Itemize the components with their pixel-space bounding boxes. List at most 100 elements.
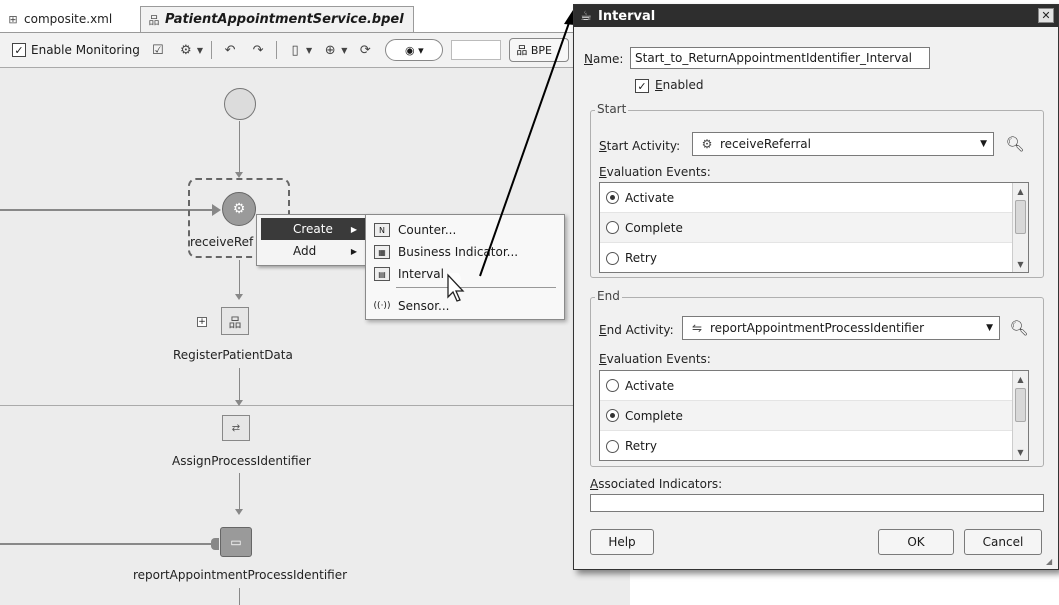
menu-item-add[interactable]: Add ▶ bbox=[261, 240, 365, 262]
close-button[interactable]: ✕ bbox=[1038, 8, 1054, 23]
editor-toolbar: ✓ Enable Monitoring ☑ ⚙ ▼ ↶ ↷ ▯ ▼ ⊕ ▼ ⟳ ◉ ▾… bbox=[0, 32, 630, 68]
bpel-button[interactable]: 品 BPE bbox=[509, 38, 570, 62]
start-node[interactable] bbox=[224, 88, 256, 120]
enable-monitoring-checkbox[interactable]: ✓ bbox=[12, 43, 26, 57]
end-event-retry[interactable]: Retry bbox=[600, 431, 1013, 461]
scroll-thumb[interactable] bbox=[1015, 388, 1026, 422]
associated-indicators-label: Associated Indicators: bbox=[590, 477, 723, 491]
enabled-checkbox[interactable]: ✓ bbox=[635, 79, 649, 93]
scope-icon[interactable]: 品 bbox=[221, 307, 249, 335]
menu-item-label: Create bbox=[293, 222, 333, 236]
menu-item-label: Business Indicator... bbox=[398, 245, 519, 259]
process-canvas[interactable]: ⚙ receiveRef + 品 RegisterPatientData ⇄ A… bbox=[0, 68, 630, 605]
flow-connector bbox=[239, 473, 240, 511]
toolbar-separator bbox=[211, 41, 213, 59]
dialog-title: Interval bbox=[598, 8, 656, 24]
search-icon[interactable]: 🔍︎ bbox=[1005, 135, 1024, 153]
activity-label-assign-process-identifier: AssignProcessIdentifier bbox=[172, 454, 311, 468]
menu-item-create[interactable]: Create ▶ bbox=[261, 218, 365, 240]
scroll-up-icon[interactable]: ▲ bbox=[1013, 184, 1028, 198]
end-activity-label: End Activity: bbox=[599, 323, 674, 337]
event-label: Activate bbox=[625, 378, 675, 393]
interval-icon: ▤ bbox=[374, 267, 390, 281]
chevron-down-icon[interactable]: ▼ bbox=[341, 46, 347, 55]
menu-separator bbox=[396, 287, 556, 288]
resize-grip-icon[interactable]: ◢ bbox=[1046, 557, 1056, 567]
start-activity-label: Start Activity: bbox=[599, 139, 681, 153]
flow-connector bbox=[239, 121, 240, 176]
scroll-thumb[interactable] bbox=[1015, 200, 1026, 234]
bookmark-icon[interactable]: ▯ bbox=[285, 40, 305, 60]
flow-arrow bbox=[235, 509, 243, 515]
radio-button[interactable] bbox=[606, 409, 619, 422]
name-label: Name: bbox=[584, 52, 624, 66]
toolbar-search-input[interactable] bbox=[451, 40, 502, 60]
end-activity-select[interactable]: ⇋ reportAppointmentProcessIdentifier ▼ bbox=[682, 316, 1000, 340]
enable-monitoring-label: Enable Monitoring bbox=[31, 43, 140, 57]
menu-item-label: Sensor... bbox=[398, 299, 450, 313]
end-event-complete[interactable]: Complete bbox=[600, 401, 1013, 431]
chevron-down-icon: ▼ bbox=[986, 323, 993, 333]
start-event-activate[interactable]: Activate bbox=[600, 183, 1013, 213]
monitor-config-icon[interactable]: ⚙ bbox=[176, 40, 196, 60]
refresh-icon[interactable]: ⟳ bbox=[355, 40, 375, 60]
radio-button[interactable] bbox=[606, 221, 619, 234]
interval-dialog: ☕ Interval ✕ Name: Start_to_ReturnAppoin… bbox=[573, 4, 1059, 570]
receive-icon[interactable]: ⚙ bbox=[222, 192, 256, 226]
business-indicator-icon: ▦ bbox=[374, 245, 390, 259]
chevron-down-icon[interactable]: ▼ bbox=[306, 46, 312, 55]
undo-icon[interactable]: ↶ bbox=[220, 40, 240, 60]
scroll-down-icon[interactable]: ▼ bbox=[1013, 257, 1028, 271]
sensor-icon: ((·)) bbox=[373, 301, 391, 311]
dialog-titlebar[interactable]: ☕ Interval ✕ bbox=[574, 5, 1058, 27]
flow-arrow bbox=[235, 400, 243, 406]
menu-item-label: Add bbox=[293, 244, 317, 258]
associated-indicators-field[interactable] bbox=[590, 494, 1044, 512]
bpel-editor: ⊞ composite.xml 品 PatientAppointmentServ… bbox=[0, 0, 630, 605]
submenu-arrow-icon: ▶ bbox=[350, 224, 357, 234]
flow-connector bbox=[239, 368, 240, 402]
end-activity-value: reportAppointmentProcessIdentifier bbox=[710, 321, 925, 335]
radio-button[interactable] bbox=[606, 379, 619, 392]
start-event-retry[interactable]: Retry bbox=[600, 243, 1013, 273]
zoom-icon[interactable]: ⊕ bbox=[320, 40, 340, 60]
chevron-down-icon[interactable]: ▼ bbox=[197, 46, 203, 55]
activity-label-report-appointment-process-identifier: reportAppointmentProcessIdentifier bbox=[133, 568, 348, 582]
event-label: Retry bbox=[625, 439, 657, 453]
radio-button[interactable] bbox=[606, 191, 619, 204]
activity-context-menu: Create ▶ Add ▶ bbox=[256, 214, 368, 266]
radio-button[interactable] bbox=[606, 439, 619, 453]
search-icon[interactable]: 🔍︎ bbox=[1009, 319, 1028, 337]
start-group: Start Start Activity: ⚙ receiveReferral … bbox=[590, 102, 1044, 278]
scroll-up-icon[interactable]: ▲ bbox=[1013, 372, 1028, 386]
partner-link-line bbox=[0, 209, 215, 211]
cancel-button[interactable]: Cancel bbox=[964, 529, 1042, 555]
expand-icon[interactable]: + bbox=[197, 317, 207, 327]
tab-composite-xml[interactable]: ⊞ composite.xml bbox=[0, 6, 138, 32]
ok-button[interactable]: OK bbox=[878, 529, 954, 555]
menu-item-counter[interactable]: N Counter... bbox=[370, 219, 560, 241]
invoke-icon[interactable]: ▭ bbox=[220, 527, 252, 557]
validate-icon[interactable]: ☑ bbox=[148, 40, 168, 60]
start-event-complete[interactable]: Complete bbox=[600, 213, 1013, 243]
event-label: Activate bbox=[625, 190, 675, 205]
menu-item-business-indicator[interactable]: ▦ Business Indicator... bbox=[370, 241, 560, 263]
start-activity-select[interactable]: ⚙ receiveReferral ▼ bbox=[692, 132, 994, 156]
view-mode-toggle[interactable]: ◉ ▾ bbox=[385, 39, 444, 61]
end-events-scrollbar[interactable]: ▲ ▼ bbox=[1012, 371, 1028, 460]
radio-button[interactable] bbox=[606, 251, 619, 265]
swimlane-divider bbox=[0, 405, 630, 406]
tab-label: PatientAppointmentService.bpel bbox=[165, 12, 404, 27]
assign-icon[interactable]: ⇄ bbox=[222, 415, 250, 441]
editor-tab-bar: ⊞ composite.xml 品 PatientAppointmentServ… bbox=[0, 0, 630, 34]
invoke-activity-icon: ⇋ bbox=[691, 321, 703, 335]
start-events-scrollbar[interactable]: ▲ ▼ bbox=[1012, 183, 1028, 272]
scroll-down-icon[interactable]: ▼ bbox=[1013, 445, 1028, 459]
name-field[interactable]: Start_to_ReturnAppointmentIdentifier_Int… bbox=[630, 47, 930, 69]
tab-patient-appointment-service-bpel[interactable]: 品 PatientAppointmentService.bpel bbox=[140, 6, 414, 32]
end-evaluation-events-label: Evaluation Events: bbox=[599, 352, 711, 366]
help-button[interactable]: Help bbox=[590, 529, 654, 555]
end-event-activate[interactable]: Activate bbox=[600, 371, 1013, 401]
start-group-title: Start bbox=[595, 102, 629, 116]
redo-icon[interactable]: ↷ bbox=[248, 40, 268, 60]
